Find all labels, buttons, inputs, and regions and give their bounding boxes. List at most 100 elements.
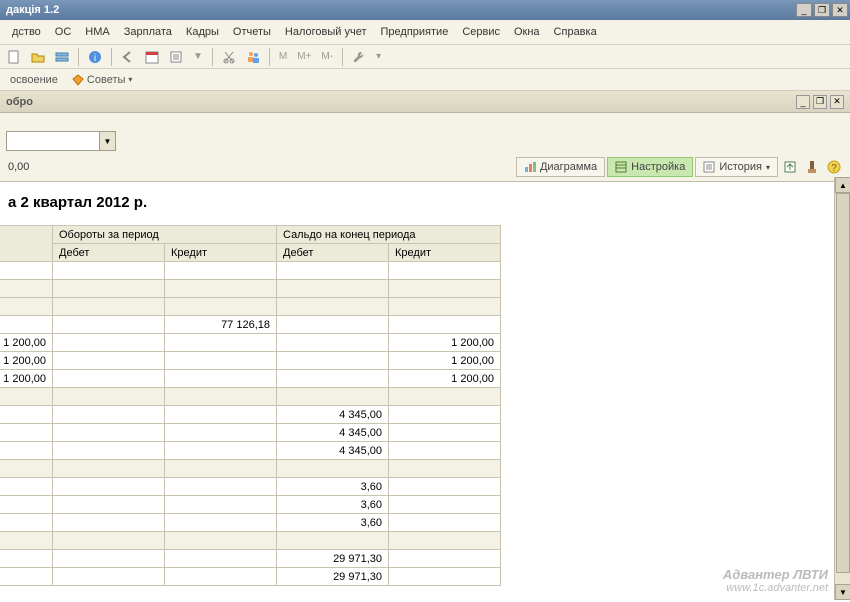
dropdown-arrow[interactable]: ▼ [190, 51, 206, 62]
table-cell [277, 370, 389, 388]
table-cell: 4 345,00 [277, 406, 389, 424]
memory-mplus[interactable]: M+ [294, 51, 314, 62]
table-row[interactable]: 3,60 [0, 496, 501, 514]
table-row[interactable]: 1 200,001 200,00 [0, 352, 501, 370]
table-row[interactable] [0, 262, 501, 280]
menu-nma[interactable]: НМА [79, 24, 115, 40]
diamond-icon [72, 74, 84, 86]
scroll-down-button[interactable]: ▼ [835, 584, 850, 600]
table-cell [53, 406, 165, 424]
table-cell [53, 514, 165, 532]
doc-restore-button[interactable]: ❐ [813, 95, 827, 109]
menu-zarplata[interactable]: Зарплата [118, 24, 178, 40]
table-row[interactable] [0, 532, 501, 550]
menu-otchety[interactable]: Отчеты [227, 24, 277, 40]
menu-kadry[interactable]: Кадры [180, 24, 225, 40]
separator [78, 48, 79, 66]
table-cell [389, 568, 501, 586]
users-icon[interactable] [243, 47, 263, 67]
open-icon[interactable] [28, 47, 48, 67]
table-cell [53, 334, 165, 352]
filter-combo[interactable]: ▼ [6, 131, 116, 151]
diagram-button[interactable]: Диаграмма [516, 157, 605, 177]
table-row[interactable] [0, 280, 501, 298]
table-cell [53, 262, 165, 280]
header-credit1: Кредит [165, 244, 277, 262]
doc-minimize-button[interactable]: _ [796, 95, 810, 109]
table-cell [53, 442, 165, 460]
info-icon[interactable]: i [85, 47, 105, 67]
menu-spravka[interactable]: Справка [548, 24, 603, 40]
table-cell [277, 298, 389, 316]
menu-os[interactable]: ОС [49, 24, 78, 40]
report-area: а 2 квартал 2012 р. Обороты за период Са… [0, 182, 850, 602]
document-titlebar: обро _ ❐ ✕ [0, 91, 850, 113]
table-cell [389, 262, 501, 280]
vertical-scrollbar[interactable]: ▲ ▼ [834, 177, 850, 600]
menu-okna[interactable]: Окна [508, 24, 546, 40]
table-cell [165, 568, 277, 586]
separator [212, 48, 213, 66]
table-row[interactable] [0, 388, 501, 406]
cut-icon[interactable] [219, 47, 239, 67]
table-row[interactable]: 3,60 [0, 478, 501, 496]
table-cell [0, 514, 53, 532]
table-cell [165, 424, 277, 442]
menu-nalog[interactable]: Налоговый учет [279, 24, 373, 40]
report-title: а 2 квартал 2012 р. [0, 182, 850, 225]
header-debit1: Дебет [53, 244, 165, 262]
combo-dropdown-icon[interactable]: ▼ [99, 132, 115, 150]
table-row[interactable] [0, 460, 501, 478]
settings-button[interactable]: Настройка [607, 157, 693, 177]
menu-dstvo[interactable]: дство [6, 24, 47, 40]
table-cell: 4 345,00 [277, 442, 389, 460]
table-cell [389, 478, 501, 496]
doc-close-button[interactable]: ✕ [830, 95, 844, 109]
tool-icon[interactable] [802, 157, 822, 177]
table-row[interactable]: 1 200,001 200,00 [0, 370, 501, 388]
table-cell [277, 352, 389, 370]
osvoenie-button[interactable]: освоение [6, 72, 62, 88]
table-cell [277, 280, 389, 298]
dropdown-arrow[interactable]: ▾ [373, 51, 384, 62]
minimize-button[interactable]: _ [796, 3, 812, 17]
export-icon[interactable] [780, 157, 800, 177]
separator [111, 48, 112, 66]
help-icon[interactable]: ? [824, 157, 844, 177]
table-cell [0, 478, 53, 496]
restore-button[interactable]: ❐ [814, 3, 830, 17]
table-cell [0, 406, 53, 424]
history-button[interactable]: История ▾ [695, 157, 778, 177]
table-cell: 1 200,00 [0, 334, 53, 352]
scroll-up-button[interactable]: ▲ [835, 177, 850, 193]
table-cell: 77 126,18 [165, 316, 277, 334]
table-row[interactable]: 4 345,00 [0, 424, 501, 442]
table-row[interactable]: 29 971,30 [0, 568, 501, 586]
calendar-icon[interactable] [142, 47, 162, 67]
sovety-button[interactable]: Советы ▾ [68, 72, 137, 88]
table-cell: 1 200,00 [389, 352, 501, 370]
table-row[interactable]: 3,60 [0, 514, 501, 532]
menu-servis[interactable]: Сервис [456, 24, 506, 40]
list-icon[interactable] [166, 47, 186, 67]
wrench-icon[interactable] [349, 47, 369, 67]
memory-mminus[interactable]: M- [318, 51, 336, 62]
close-button[interactable]: ✕ [832, 3, 848, 17]
memory-m[interactable]: M [276, 51, 290, 62]
table-cell [53, 496, 165, 514]
table-cell [165, 334, 277, 352]
menu-predpriyatie[interactable]: Предприятие [375, 24, 455, 40]
new-doc-icon[interactable] [4, 47, 24, 67]
queue-icon[interactable] [52, 47, 72, 67]
table-cell [389, 388, 501, 406]
table-row[interactable]: 77 126,18 [0, 316, 501, 334]
table-row[interactable]: 4 345,00 [0, 442, 501, 460]
table-row[interactable]: 4 345,00 [0, 406, 501, 424]
scroll-thumb[interactable] [836, 193, 850, 573]
back-icon[interactable] [118, 47, 138, 67]
table-cell [0, 496, 53, 514]
table-row[interactable]: 29 971,30 [0, 550, 501, 568]
table-row[interactable]: 1 200,001 200,00 [0, 334, 501, 352]
action-buttons: Диаграмма Настройка История ▾ ? [516, 157, 844, 177]
table-row[interactable] [0, 298, 501, 316]
